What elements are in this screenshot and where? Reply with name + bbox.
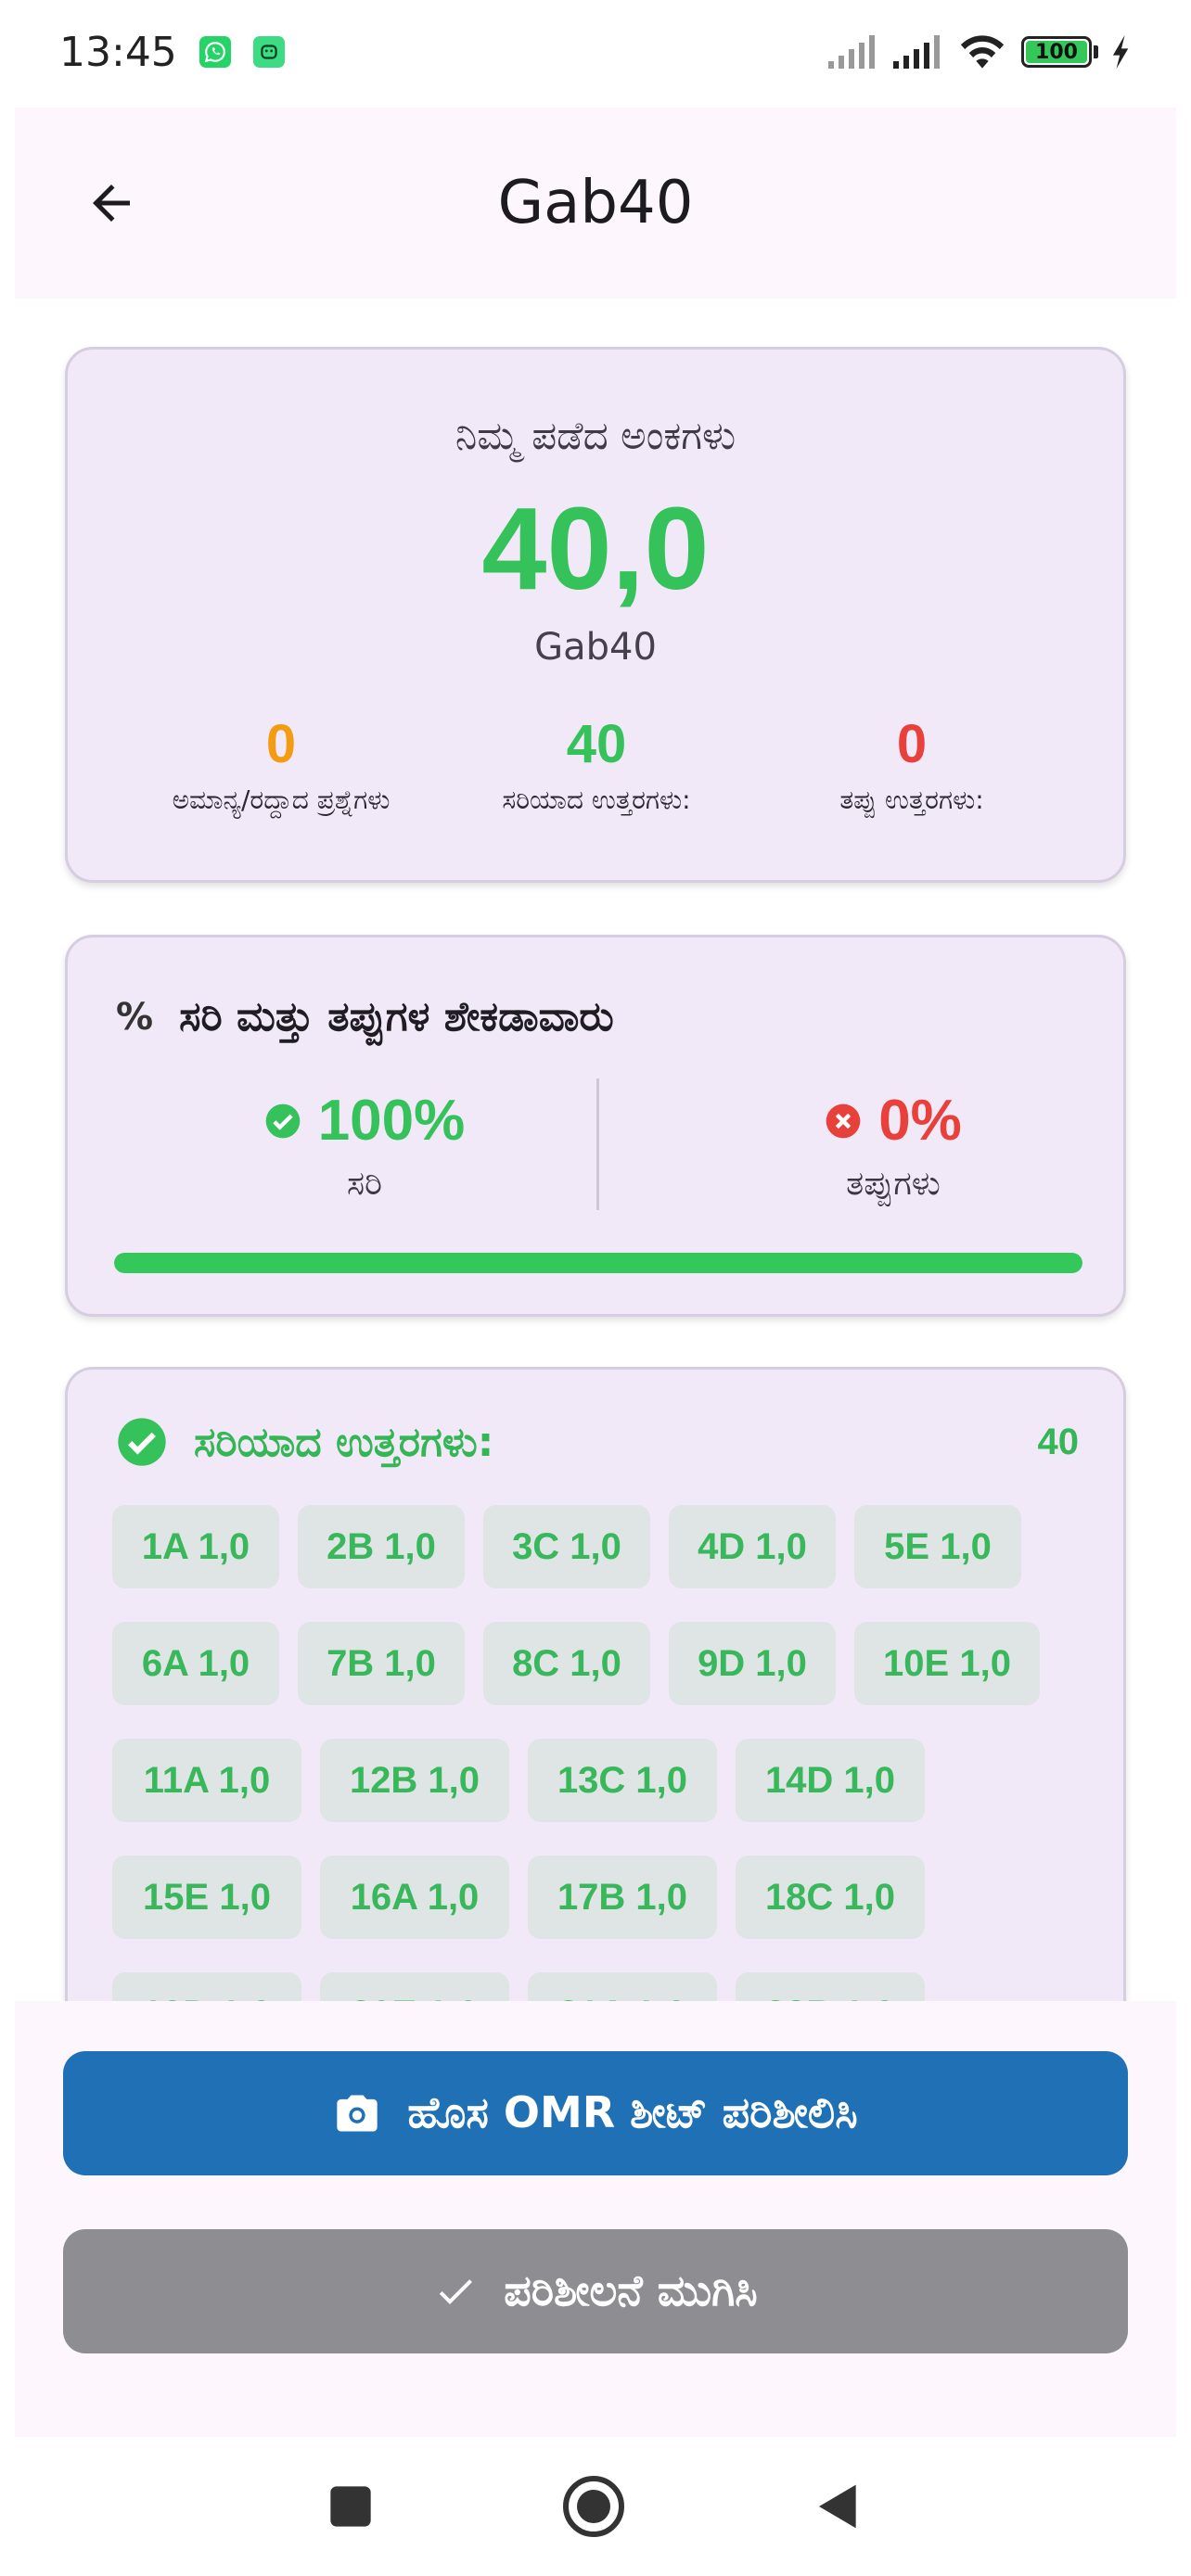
- answer-chip: 9D 1,0: [669, 1622, 836, 1705]
- score-card: ನಿಮ್ಮ ಪಡೆದ ಅಂಕಗಳು 40,0 Gab40 0 ಅಮಾನ್ಯ/ರದ…: [65, 347, 1126, 883]
- wrong-percentage: 0% ತಪ್ಪುಗಳು: [661, 1088, 1125, 1204]
- score-value: 40,0: [481, 483, 710, 614]
- answer-chip: 15E 1,0: [112, 1855, 301, 1939]
- answer-chip: 5E 1,0: [854, 1505, 1021, 1588]
- page-title: Gab40: [497, 169, 694, 237]
- signal-icon: [828, 35, 875, 69]
- answer-chip: 2B 1,0: [298, 1505, 465, 1588]
- wifi-icon: [960, 35, 1005, 69]
- answer-chip: 3C 1,0: [483, 1505, 650, 1588]
- answer-chip: 14D 1,0: [736, 1739, 925, 1822]
- answer-chip: 1A 1,0: [112, 1505, 279, 1588]
- status-icons: 100: [826, 32, 1132, 72]
- check-circle-icon: [265, 1103, 301, 1138]
- correct-answers-count: 40: [1037, 1421, 1080, 1462]
- finish-review-button[interactable]: ಪರಿಶೀಲನೆ ಮುಗಿಸಿ: [63, 2229, 1128, 2353]
- answer-chip: 13C 1,0: [528, 1739, 717, 1822]
- app-bar: Gab40: [15, 108, 1176, 299]
- stat-wrong-label: ತಪ್ಪು ಉತ್ತರಗಳು:: [839, 784, 984, 815]
- stat-invalid-value: 0: [265, 714, 297, 774]
- back-nav-icon[interactable]: [813, 2480, 864, 2532]
- answer-chip: 8C 1,0: [483, 1622, 650, 1705]
- correct-percentage-value: 100%: [317, 1089, 466, 1153]
- stat-correct: 40 ಸರಿಯಾದ ಉತ್ತರಗಳು:: [439, 713, 754, 816]
- wrong-percentage-label: ತಪ್ಪುಗಳು: [846, 1165, 941, 1203]
- back-button[interactable]: [65, 157, 158, 249]
- status-bar: 13:45 100: [0, 0, 1191, 104]
- answer-chip: 4D 1,0: [669, 1505, 836, 1588]
- check-icon: [440, 2279, 473, 2304]
- divider: [596, 1078, 599, 1210]
- stat-correct-label: ಸರಿಯಾದ ಉತ್ತರಗಳು:: [502, 784, 691, 815]
- screen: 13:45 100 Gab40 ನಿಮ್ಮ ಪಡೆದ ಅಂಕಗಳು 40,0 G…: [0, 0, 1191, 2576]
- stat-correct-value: 40: [566, 714, 627, 774]
- answer-chip: 6A 1,0: [112, 1622, 279, 1705]
- battery-level: 100: [1026, 41, 1087, 64]
- recents-icon[interactable]: [327, 2482, 375, 2531]
- correct-answers-card: ಸರಿಯಾದ ಉತ್ತರಗಳು: 40 1A 1,0 2B 1,0 3C 1,0 4D…: [65, 1367, 1126, 2034]
- answer-chip: 10E 1,0: [854, 1622, 1040, 1705]
- answer-chip: 11A 1,0: [112, 1739, 301, 1822]
- stat-invalid: 0 ಅಮಾನ್ಯ/ರದ್ದಾದ ಪ್ರಶ್ನೆಗಳು: [123, 713, 439, 816]
- answer-chip: 17B 1,0: [528, 1855, 717, 1939]
- finish-review-label: ಪರಿಶೀಲನೆ ಮುಗಿಸಿ: [504, 2265, 758, 2315]
- charging-icon: [1112, 34, 1129, 70]
- system-nav-bar: [0, 2437, 1191, 2576]
- whatsapp-icon: [198, 36, 231, 68]
- status-time: 13:45: [59, 28, 177, 76]
- check-circle-icon: [118, 1418, 166, 1466]
- correct-percentage: 100% ಸರಿ: [133, 1088, 596, 1204]
- scan-new-omr-label: ಹೊಸ OMR ಶೀಟ್ ಪರಿಶೀಲಿಸಿ: [407, 2087, 858, 2137]
- answer-chip-list: 1A 1,0 2B 1,0 3C 1,0 4D 1,0 5E 1,0 6A 1,0 7B 1…: [112, 1505, 1095, 2034]
- scan-new-omr-button[interactable]: ಹೊಸ OMR ಶೀಟ್ ಪರಿಶೀಲಿಸಿ: [63, 2051, 1128, 2175]
- signal-icon: [893, 35, 940, 69]
- score-heading: ನಿಮ್ಮ ಪಡೆದ ಅಂಕಗಳು: [455, 413, 736, 458]
- stat-invalid-label: ಅಮಾನ್ಯ/ರದ್ದಾದ ಪ್ರಶ್ನೆಗಳು: [172, 784, 391, 815]
- bottom-action-panel: ಹೊಸ OMR ಶೀಟ್ ಪರಿಶೀಲಿಸಿ ಪರಿಶೀಲನೆ ಮುಗಿಸಿ: [15, 2001, 1176, 2437]
- battery-tip: [1094, 45, 1098, 58]
- answer-chip: 12B 1,0: [320, 1739, 509, 1822]
- correct-answers-title: ಸರಿಯಾದ ಉತ್ತರಗಳು:: [194, 1418, 494, 1466]
- progress-bar: [114, 1253, 1082, 1273]
- answer-chip: 18C 1,0: [736, 1855, 925, 1939]
- correct-answers-header: ಸರಿಯಾದ ಉತ್ತರಗಳು: 40: [116, 1416, 1079, 1468]
- answer-chip: 7B 1,0: [298, 1622, 465, 1705]
- home-icon[interactable]: [560, 2473, 627, 2540]
- arrow-back-icon: [93, 185, 130, 222]
- camera-icon: [337, 2095, 378, 2132]
- progress-fill: [114, 1253, 1082, 1273]
- stat-wrong: 0 ತಪ್ಪು ಉತ್ತರಗಳು:: [754, 713, 1069, 816]
- percentage-header: % ಸರಿ ಮತ್ತು ತಪ್ಪುಗಳ ಶೇಕಡಾವಾರು: [116, 993, 614, 1040]
- android-notification-icon: [252, 36, 285, 68]
- correct-percentage-label: ಸರಿ: [346, 1165, 383, 1203]
- battery-icon: 100: [1021, 36, 1092, 68]
- percentage-card: % ಸರಿ ಮತ್ತು ತಪ್ಪುಗಳ ಶೇಕಡಾವಾರು 100% ಸರಿ 0…: [65, 935, 1126, 1317]
- cancel-circle-icon: [826, 1103, 861, 1138]
- answer-chip: 16A 1,0: [320, 1855, 509, 1939]
- exam-name: Gab40: [534, 626, 657, 669]
- percent-icon: %: [116, 995, 154, 1039]
- percentage-title: ಸರಿ ಮತ್ತು ತಪ್ಪುಗಳ ಶೇಕಡಾವಾರು: [179, 993, 614, 1040]
- wrong-percentage-value: 0%: [878, 1089, 962, 1153]
- stat-wrong-value: 0: [896, 714, 928, 774]
